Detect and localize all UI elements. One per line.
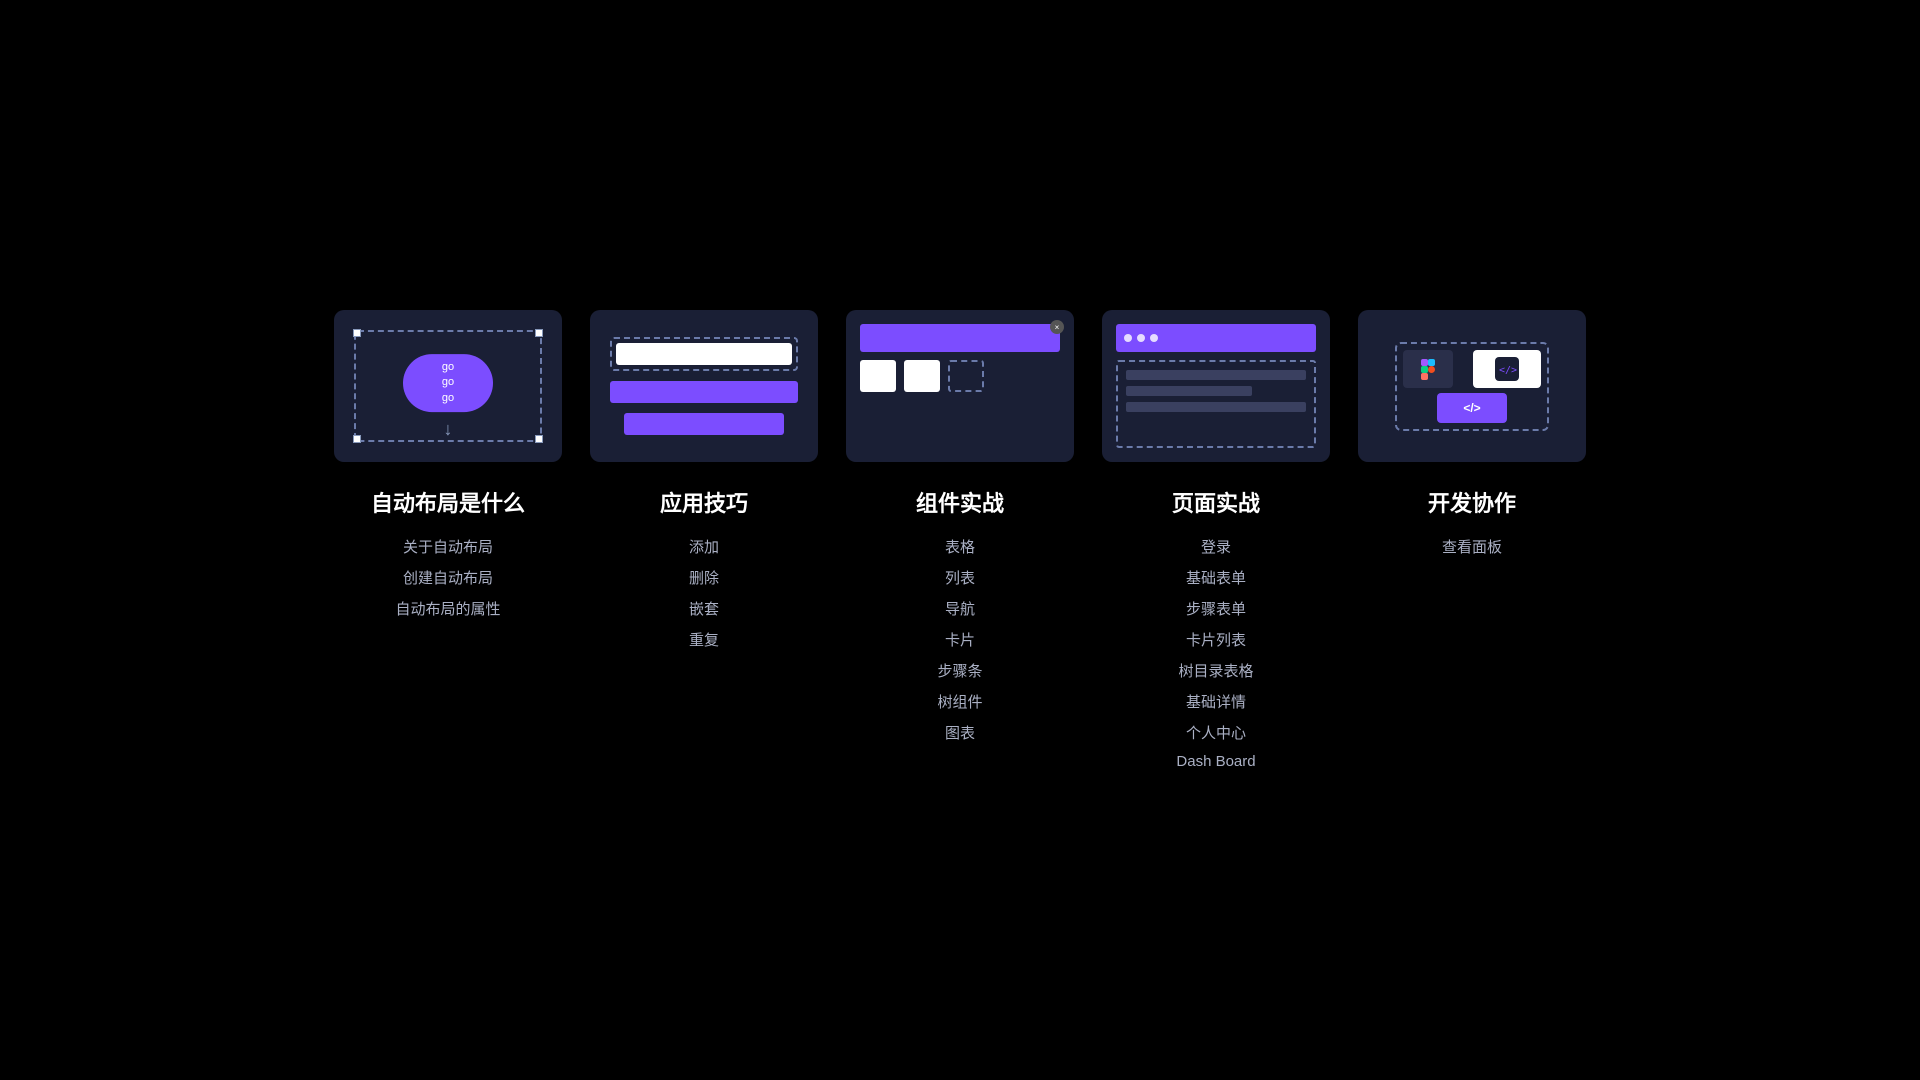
link-view-panel[interactable]: 查看面板 <box>1442 536 1502 557</box>
dev-top-section: </> <box>1403 350 1541 388</box>
corner-handle-br <box>535 435 543 443</box>
circle-btn-1 <box>1124 334 1132 342</box>
small-box-2 <box>904 360 940 392</box>
card-auto-layout: go go go ↓ 自动布局是什么 关于自动布局 创建自动布局 自动布局的属性 <box>334 310 562 619</box>
cards-container: go go go ↓ 自动布局是什么 关于自动布局 创建自动布局 自动布局的属性 <box>334 310 1586 770</box>
link-basic-form[interactable]: 基础表单 <box>1186 567 1246 588</box>
code-button[interactable]: </> <box>1437 393 1507 423</box>
card-illustration-auto-layout: go go go ↓ <box>334 310 562 462</box>
link-auto-layout-props[interactable]: 自动布局的属性 <box>395 598 500 619</box>
line-bar-1 <box>1126 370 1306 380</box>
link-table[interactable]: 表格 <box>945 536 975 557</box>
svg-text:</>: </> <box>1499 365 1517 376</box>
dashed-box-sm <box>948 360 984 392</box>
corner-handle-bl <box>353 435 361 443</box>
card-title-dev: 开发协作 <box>1428 486 1516 518</box>
component-bottom-row <box>860 360 1060 392</box>
card-links-page: 登录 基础表单 步骤表单 卡片列表 树目录表格 基础详情 个人中心 Dash B… <box>1176 536 1255 770</box>
card-tips: 应用技巧 添加 删除 嵌套 重复 <box>590 310 818 650</box>
card-links-component: 表格 列表 导航 卡片 步骤条 树组件 图表 <box>937 536 982 743</box>
page-content-area <box>1116 360 1316 448</box>
card-title-page: 页面实战 <box>1172 486 1260 518</box>
card-illustration-tips <box>590 310 818 462</box>
link-chart[interactable]: 图表 <box>945 722 975 743</box>
card-title-component: 组件实战 <box>916 486 1004 518</box>
figma-icon <box>1417 358 1439 380</box>
card-links-auto-layout: 关于自动布局 创建自动布局 自动布局的属性 <box>395 536 500 619</box>
link-detail[interactable]: 基础详情 <box>1186 691 1246 712</box>
dev-dashed-outer: </> </> <box>1395 342 1549 431</box>
code-icon: </> <box>1495 357 1519 381</box>
link-profile[interactable]: 个人中心 <box>1186 722 1246 743</box>
link-about-auto-layout[interactable]: 关于自动布局 <box>403 536 493 557</box>
circle-btn-2 <box>1137 334 1145 342</box>
white-rect-icon: </> <box>1473 350 1541 388</box>
link-tree[interactable]: 树组件 <box>937 691 982 712</box>
purple-pill: go go go <box>403 354 493 412</box>
card-illustration-component: × <box>846 310 1074 462</box>
card-component: × 组件实战 表格 列表 导航 卡片 步骤条 树组件 图表 <box>846 310 1074 743</box>
link-card[interactable]: 卡片 <box>945 629 975 650</box>
small-box-1 <box>860 360 896 392</box>
card-illustration-dev: </> </> <box>1358 310 1586 462</box>
corner-handle-tr <box>535 329 543 337</box>
link-nav[interactable]: 导航 <box>945 598 975 619</box>
purple-bar <box>610 381 798 403</box>
card-illustration-page <box>1102 310 1330 462</box>
close-btn-icon: × <box>1050 320 1064 334</box>
link-dashboard[interactable]: Dash Board <box>1176 753 1255 770</box>
pill-text-3: go <box>442 391 454 406</box>
white-bar <box>616 343 792 365</box>
link-step-form[interactable]: 步骤表单 <box>1186 598 1246 619</box>
card-dev: </> </> 开发协作 查看面板 <box>1358 310 1586 557</box>
link-login[interactable]: 登录 <box>1201 536 1231 557</box>
link-nest[interactable]: 嵌套 <box>689 598 719 619</box>
link-card-list[interactable]: 卡片列表 <box>1186 629 1246 650</box>
link-delete[interactable]: 删除 <box>689 567 719 588</box>
dashed-rect-tips <box>610 337 798 371</box>
link-steps[interactable]: 步骤条 <box>937 660 982 681</box>
link-create-auto-layout[interactable]: 创建自动布局 <box>403 567 493 588</box>
card-title-tips: 应用技巧 <box>660 486 748 518</box>
link-list[interactable]: 列表 <box>945 567 975 588</box>
pill-text-2: go <box>442 375 454 390</box>
card-page: 页面实战 登录 基础表单 步骤表单 卡片列表 树目录表格 基础详情 个人中心 D… <box>1102 310 1330 770</box>
card-links-tips: 添加 删除 嵌套 重复 <box>689 536 719 650</box>
page-header-bar <box>1116 324 1316 352</box>
card-links-dev: 查看面板 <box>1442 536 1502 557</box>
corner-handle-tl <box>353 329 361 337</box>
purple-bar-sm <box>624 413 784 435</box>
line-bar-3 <box>1126 402 1306 412</box>
figma-icon-box <box>1403 350 1453 388</box>
card-title-auto-layout: 自动布局是什么 <box>371 486 525 518</box>
link-tree-table[interactable]: 树目录表格 <box>1178 660 1253 681</box>
link-repeat[interactable]: 重复 <box>689 629 719 650</box>
component-top-bar: × <box>860 324 1060 352</box>
pill-text-1: go <box>442 360 454 375</box>
link-add[interactable]: 添加 <box>689 536 719 557</box>
circle-btn-3 <box>1150 334 1158 342</box>
line-bar-2 <box>1126 386 1252 396</box>
arrow-down-icon: ↓ <box>444 419 453 440</box>
